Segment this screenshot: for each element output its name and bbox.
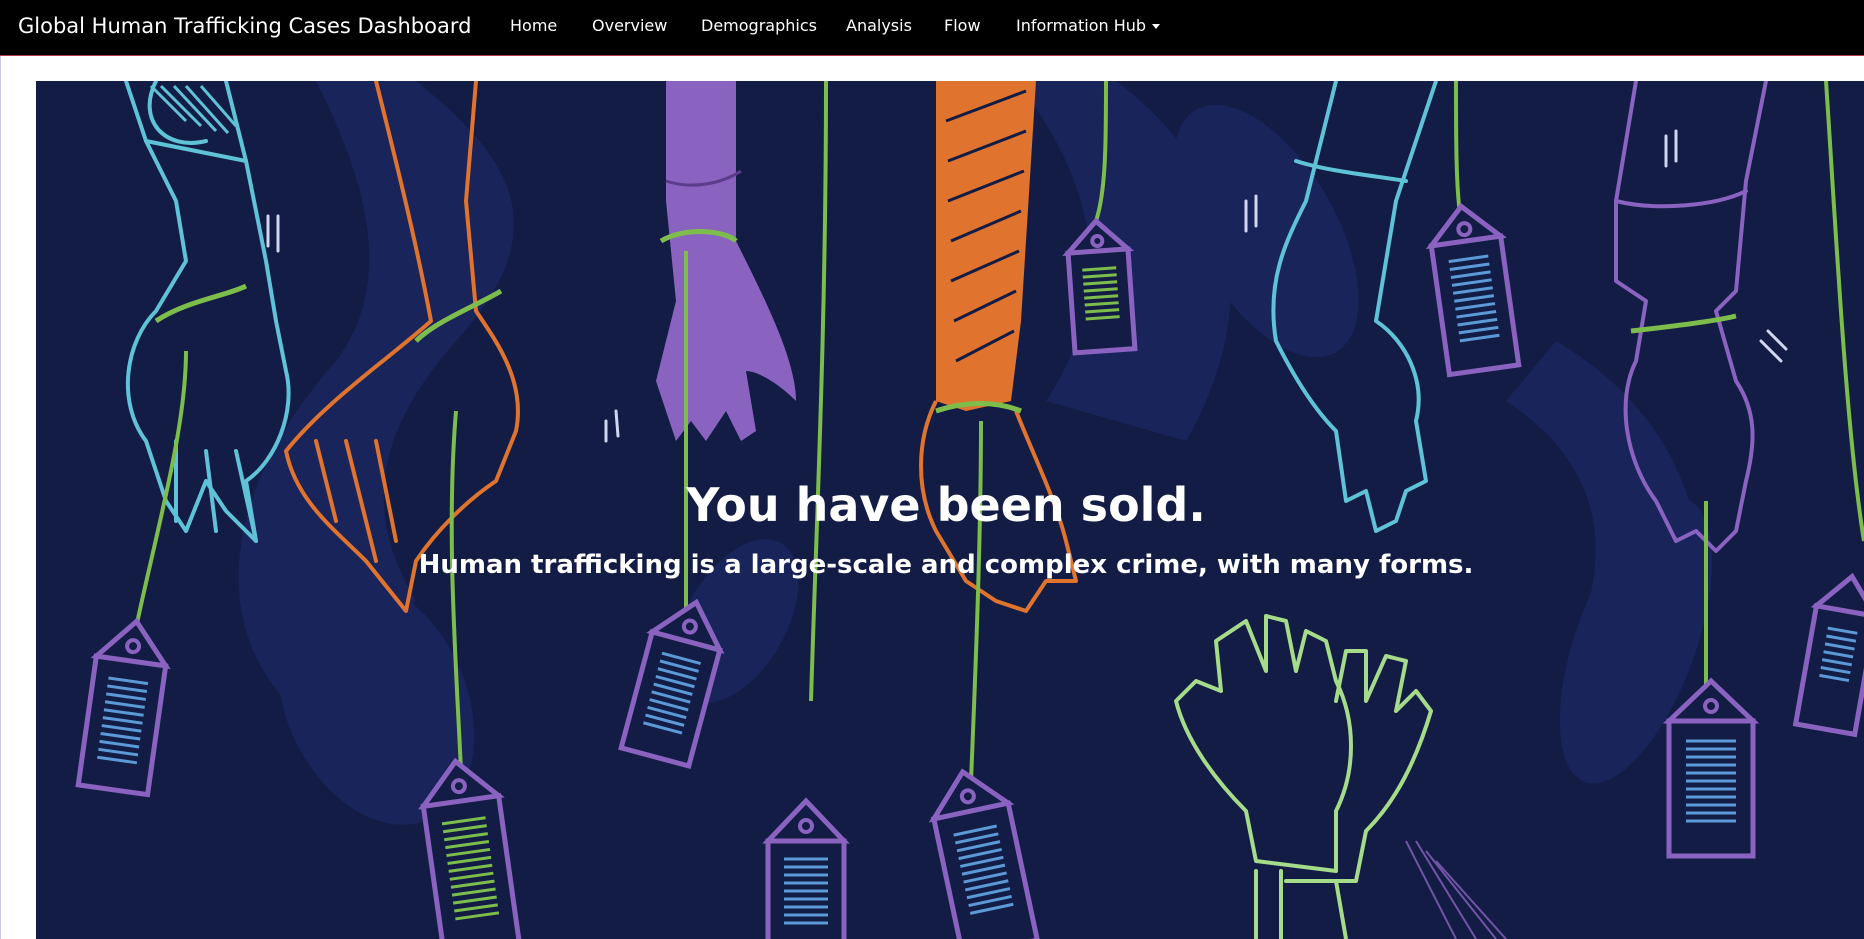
raised-hands [1174,614,1433,939]
price-tag [928,768,1041,939]
hero-banner: You have been sold. Human trafficking is… [36,81,1864,939]
price-tag [1662,677,1760,859]
nav-analysis[interactable]: Analysis [846,0,912,52]
nav-information-hub[interactable]: Information Hub [1016,0,1161,52]
price-tag [762,797,850,939]
caret-down-icon [1152,24,1161,29]
page-left-border [0,56,1,939]
arm-purple-mid [656,81,796,441]
nav-flow[interactable]: Flow [944,0,981,52]
navbar-brand[interactable]: Global Human Trafficking Cases Dashboard [18,0,471,52]
hero-title: You have been sold. [686,478,1206,532]
price-tag [1425,202,1522,378]
nav-demographics[interactable]: Demographics [701,0,817,52]
nav-information-hub-label: Information Hub [1016,16,1147,35]
teal-sleeve-hatch [149,84,238,134]
price-tag [75,617,171,798]
nav-home[interactable]: Home [510,0,557,52]
top-navbar: Global Human Trafficking Cases Dashboard… [0,0,1864,56]
arm-orange-center [936,81,1036,411]
hero-subtitle: Human trafficking is a large-scale and c… [418,550,1474,580]
price-tag [1792,572,1864,738]
nav-overview[interactable]: Overview [592,0,667,52]
